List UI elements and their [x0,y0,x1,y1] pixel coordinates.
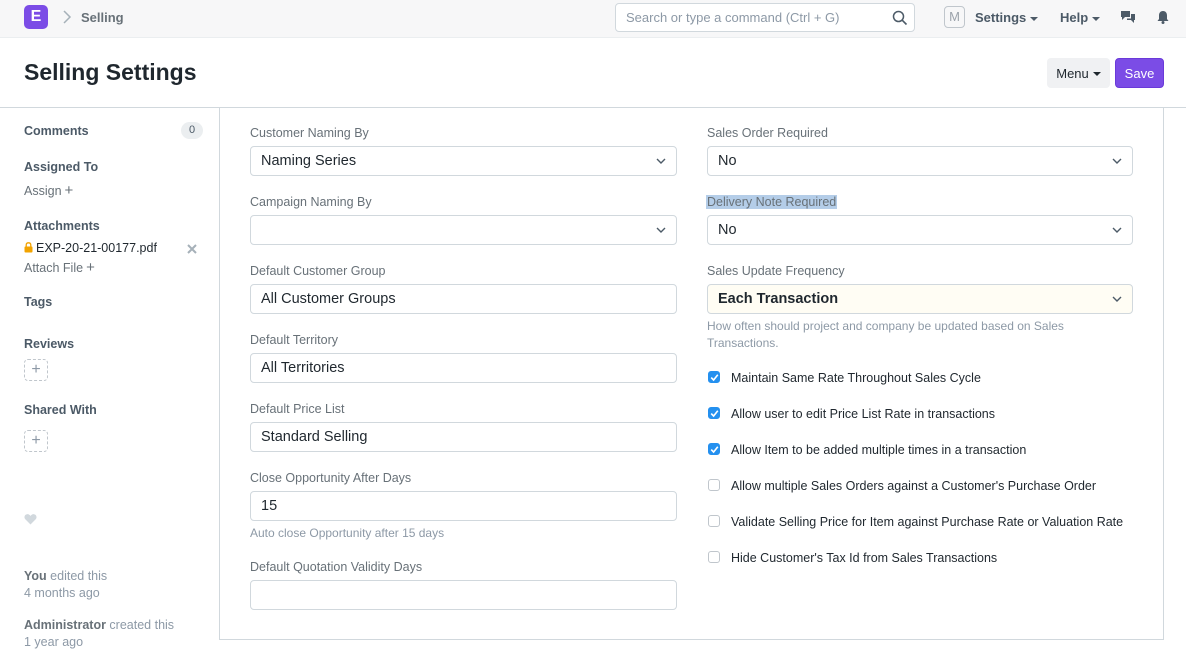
help-label: Help [1060,10,1089,25]
add-review-button[interactable]: + [24,359,48,381]
comments-label: Comments [24,124,89,138]
chat-icon[interactable] [1120,9,1136,25]
timeline-entry-edited: You edited this [24,569,107,583]
breadcrumb-selling[interactable]: Selling [81,10,124,25]
close-icon[interactable] [187,244,197,254]
heart-icon[interactable] [24,513,37,525]
checkbox-unchecked[interactable] [708,479,720,491]
chevron-down-icon [656,158,666,164]
search-icon[interactable] [892,10,908,26]
help-dropdown[interactable]: Help [1060,10,1101,25]
chevron-right-icon [63,10,72,24]
territory-label: Default Territory [250,333,338,347]
bell-icon[interactable] [1156,10,1170,24]
sales-update-frequency-label: Sales Update Frequency [707,264,845,278]
menu-button[interactable]: Menu [1047,58,1110,88]
campaign-naming-select[interactable] [250,215,677,245]
attach-file-label: Attach File [24,261,84,275]
save-button[interactable]: Save [1115,58,1164,88]
tags-label: Tags [24,295,53,309]
page-title: Selling Settings [24,59,197,85]
chevron-down-icon [1112,227,1122,233]
checkbox-label[interactable]: Allow Item to be added multiple times in… [731,443,1026,457]
chevron-down-icon [1112,158,1122,164]
reviews-label: Reviews [24,337,75,351]
timeline-action: edited this [46,569,108,583]
timeline-time: 4 months ago [24,586,100,600]
timeline-entry-created: Administrator created this [24,618,174,632]
checkbox-label[interactable]: Validate Selling Price for Item against … [731,515,1123,529]
close-opportunity-input[interactable]: 15 [250,491,677,521]
price-list-input[interactable]: Standard Selling [250,422,677,452]
attach-file-button[interactable]: Attach File + [24,259,95,276]
menu-label: Menu [1056,65,1089,81]
customer-group-label: Default Customer Group [250,264,386,278]
sales-update-frequency-select[interactable]: Each Transaction [707,284,1133,314]
timeline-time: 1 year ago [24,635,84,649]
checkbox-unchecked[interactable] [708,515,720,527]
territory-input[interactable]: All Territories [250,353,677,383]
plus-icon: + [86,259,95,276]
attachments-label: Attachments [24,219,100,233]
timeline-user: Administrator [24,618,106,632]
customer-naming-select[interactable]: Naming Series [250,146,677,176]
assign-button[interactable]: Assign + [24,182,73,199]
check-icon [710,374,719,382]
customer-naming-label: Customer Naming By [250,126,369,140]
sales-order-required-value: No [718,153,737,169]
search-bar [615,3,915,32]
checkbox-checked[interactable] [708,443,720,455]
checkbox-label[interactable]: Hide Customer's Tax Id from Sales Transa… [731,551,997,565]
check-icon [710,410,719,418]
timeline-user: You [24,569,47,583]
sales-order-required-select[interactable]: No [707,146,1133,176]
campaign-naming-label: Campaign Naming By [250,195,372,209]
chevron-down-icon [1112,296,1122,302]
caret-down-icon [1092,16,1101,21]
delivery-note-required-select[interactable]: No [707,215,1133,245]
app-logo[interactable]: E [24,5,48,29]
attachment-file-link[interactable]: EXP-20-21-00177.pdf [24,241,157,255]
checkbox-label[interactable]: Allow multiple Sales Orders against a Cu… [731,479,1096,493]
checkbox-checked[interactable] [708,371,720,383]
caret-down-icon [1092,72,1101,77]
sales-update-frequency-help: How often should project and company be … [707,319,1064,350]
quotation-validity-label: Default Quotation Validity Days [250,560,423,574]
user-avatar[interactable]: M [944,6,965,28]
attachment-filename: EXP-20-21-00177.pdf [36,241,157,255]
search-input[interactable] [616,4,886,31]
delivery-note-required-label: Delivery Note Required [706,195,838,209]
caret-down-icon [1030,16,1039,21]
delivery-note-required-value: No [718,222,737,238]
price-list-label: Default Price List [250,402,345,416]
customer-group-input[interactable]: All Customer Groups [250,284,677,314]
customer-naming-value: Naming Series [261,153,357,169]
sales-order-required-label: Sales Order Required [707,126,828,140]
check-icon [710,446,719,454]
settings-dropdown[interactable]: Settings [975,10,1039,25]
checkbox-checked[interactable] [708,407,720,419]
sales-update-frequency-value: Each Transaction [718,291,839,307]
comments-count-badge: 0 [181,122,203,139]
add-share-button[interactable]: + [24,430,48,452]
chevron-down-icon [656,227,666,233]
assigned-to-label: Assigned To [24,160,99,174]
close-opportunity-help: Auto close Opportunity after 15 days [250,526,445,540]
navbar: E Selling M Settings Help [0,0,1186,38]
settings-label: Settings [975,10,1027,25]
checkbox-label[interactable]: Allow user to edit Price List Rate in tr… [731,407,995,421]
close-opportunity-label: Close Opportunity After Days [250,471,412,485]
quotation-validity-input[interactable] [250,580,677,610]
checkbox-label[interactable]: Maintain Same Rate Throughout Sales Cycl… [731,371,981,385]
shared-with-label: Shared With [24,403,97,417]
selected-text: Delivery Note Required [706,195,838,209]
lock-icon [24,242,33,253]
assign-label: Assign [24,184,62,198]
timeline-action: created this [105,618,175,632]
checkbox-unchecked[interactable] [708,551,720,563]
plus-icon: + [64,182,74,199]
